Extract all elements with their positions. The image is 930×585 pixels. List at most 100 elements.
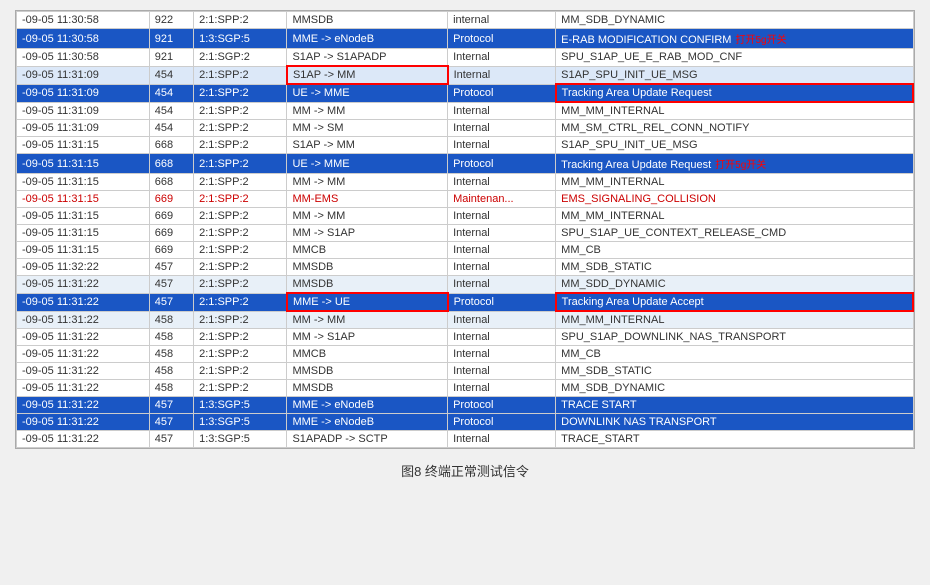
table-cell: EMS_SIGNALING_COLLISION (556, 191, 913, 208)
table-cell: Internal (448, 346, 556, 363)
table-cell: MMCB (287, 242, 448, 259)
table-cell: -09-05 11:31:09 (17, 84, 150, 102)
table-cell: 2:1:SPP:2 (194, 191, 287, 208)
table-row: -09-05 11:31:224582:1:SPP:2MMSDBInternal… (17, 380, 914, 397)
table-row: -09-05 11:31:224572:1:SPP:2MME -> UEProt… (17, 293, 914, 311)
table-cell: Internal (448, 174, 556, 191)
table-cell: MME -> eNodeB (287, 29, 448, 49)
table-cell: 2:1:SPP:2 (194, 102, 287, 120)
table-cell: 2:1:SPP:2 (194, 380, 287, 397)
table-row: -09-05 11:31:094542:1:SPP:2MM -> SMInter… (17, 120, 914, 137)
table-cell: 454 (149, 84, 193, 102)
table-cell: -09-05 11:31:22 (17, 293, 150, 311)
table-cell: MM_CB (556, 346, 913, 363)
annotation-text: 打开5g开关 (715, 160, 766, 171)
table-cell: 457 (149, 431, 193, 448)
table-cell: MM -> MM (287, 311, 448, 329)
table-cell: S1AP -> MM (287, 137, 448, 154)
table-cell: -09-05 11:31:09 (17, 102, 150, 120)
table-cell: 922 (149, 12, 193, 29)
table-cell: 457 (149, 276, 193, 294)
table-row: -09-05 11:32:224572:1:SPP:2MMSDBInternal… (17, 259, 914, 276)
table-cell: 457 (149, 397, 193, 414)
table-cell: 2:1:SPP:2 (194, 259, 287, 276)
signal-table-container: -09-05 11:30:589222:1:SPP:2MMSDBinternal… (15, 10, 915, 449)
table-cell: MME -> eNodeB (287, 397, 448, 414)
table-cell: UE -> MME (287, 84, 448, 102)
table-cell: MMSDB (287, 259, 448, 276)
table-cell: DOWNLINK NAS TRANSPORT (556, 414, 913, 431)
table-cell: 2:1:SPP:2 (194, 311, 287, 329)
table-cell: 2:1:SPP:2 (194, 12, 287, 29)
table-cell: -09-05 11:31:15 (17, 191, 150, 208)
table-row: -09-05 11:31:224582:1:SPP:2MMCBInternalM… (17, 346, 914, 363)
table-cell: 457 (149, 259, 193, 276)
table-cell: -09-05 11:30:58 (17, 12, 150, 29)
table-cell: 669 (149, 225, 193, 242)
table-cell: -09-05 11:31:09 (17, 66, 150, 84)
table-cell: 921 (149, 29, 193, 49)
table-cell: MME -> UE (287, 293, 448, 311)
table-cell: 668 (149, 154, 193, 174)
table-cell: 2:1:SPP:2 (194, 293, 287, 311)
table-cell: Tracking Area Update Request (556, 84, 913, 102)
table-cell: MM-EMS (287, 191, 448, 208)
table-cell: S1AP_SPU_INIT_UE_MSG (556, 137, 913, 154)
table-cell: 669 (149, 191, 193, 208)
table-cell: -09-05 11:30:58 (17, 29, 150, 49)
table-cell: 2:1:SPP:2 (194, 174, 287, 191)
table-cell: SPU_S1AP_DOWNLINK_NAS_TRANSPORT (556, 329, 913, 346)
table-cell: E-RAB MODIFICATION CONFIRM打开5g开关 (556, 29, 913, 49)
table-cell: MM_MM_INTERNAL (556, 174, 913, 191)
table-cell: MM -> MM (287, 102, 448, 120)
table-cell: 454 (149, 102, 193, 120)
table-cell: -09-05 11:31:15 (17, 137, 150, 154)
table-cell: Internal (448, 49, 556, 67)
table-cell: -09-05 11:31:22 (17, 380, 150, 397)
table-cell: Internal (448, 137, 556, 154)
table-cell: 2:1:SPP:2 (194, 363, 287, 380)
table-row: -09-05 11:31:094542:1:SPP:2S1AP -> MMInt… (17, 66, 914, 84)
table-cell: S1AP -> S1APADP (287, 49, 448, 67)
table-row: -09-05 11:31:224582:1:SPP:2MM -> MMInter… (17, 311, 914, 329)
table-cell: S1AP_SPU_INIT_UE_MSG (556, 66, 913, 84)
table-cell: MM -> MM (287, 174, 448, 191)
table-cell: 2:1:SPP:2 (194, 276, 287, 294)
table-cell: MM -> S1AP (287, 329, 448, 346)
table-cell: 454 (149, 120, 193, 137)
table-row: -09-05 11:31:224582:1:SPP:2MM -> S1APInt… (17, 329, 914, 346)
table-cell: 2:1:SPP:2 (194, 242, 287, 259)
annotation-text: 打开5g开关 (735, 35, 786, 46)
table-row: -09-05 11:31:156692:1:SPP:2MMCBInternalM… (17, 242, 914, 259)
table-cell: 1:3:SGP:5 (194, 414, 287, 431)
table-cell: -09-05 11:31:15 (17, 242, 150, 259)
table-cell: MM -> SM (287, 120, 448, 137)
table-cell: MM_CB (556, 242, 913, 259)
table-cell: MM_SDB_STATIC (556, 363, 913, 380)
table-cell: TRACE_START (556, 431, 913, 448)
table-cell: MM_SDB_DYNAMIC (556, 380, 913, 397)
table-row: -09-05 11:31:156682:1:SPP:2MM -> MMInter… (17, 174, 914, 191)
table-row: -09-05 11:31:224572:1:SPP:2MMSDBInternal… (17, 276, 914, 294)
table-row: -09-05 11:31:224571:3:SGP:5MME -> eNodeB… (17, 414, 914, 431)
table-cell: S1AP -> MM (287, 66, 448, 84)
table-cell: 2:1:SPP:2 (194, 84, 287, 102)
table-cell: MMCB (287, 346, 448, 363)
table-cell: MM_SM_CTRL_REL_CONN_NOTIFY (556, 120, 913, 137)
signal-table: -09-05 11:30:589222:1:SPP:2MMSDBinternal… (16, 11, 914, 448)
table-cell: 921 (149, 49, 193, 67)
table-row: -09-05 11:31:094542:1:SPP:2UE -> MMEProt… (17, 84, 914, 102)
table-cell: Internal (448, 242, 556, 259)
table-cell: MMSDB (287, 12, 448, 29)
table-cell: 458 (149, 329, 193, 346)
table-cell: -09-05 11:31:22 (17, 414, 150, 431)
table-cell: MM_MM_INTERNAL (556, 208, 913, 225)
table-cell: Internal (448, 363, 556, 380)
caption-text: 图8 终端正常测试信令 (401, 464, 529, 479)
table-cell: MM_SDD_DYNAMIC (556, 276, 913, 294)
table-cell: Internal (448, 329, 556, 346)
table-cell: MM -> S1AP (287, 225, 448, 242)
table-cell: Internal (448, 102, 556, 120)
table-cell: 2:1:SPP:2 (194, 208, 287, 225)
table-cell: Internal (448, 208, 556, 225)
